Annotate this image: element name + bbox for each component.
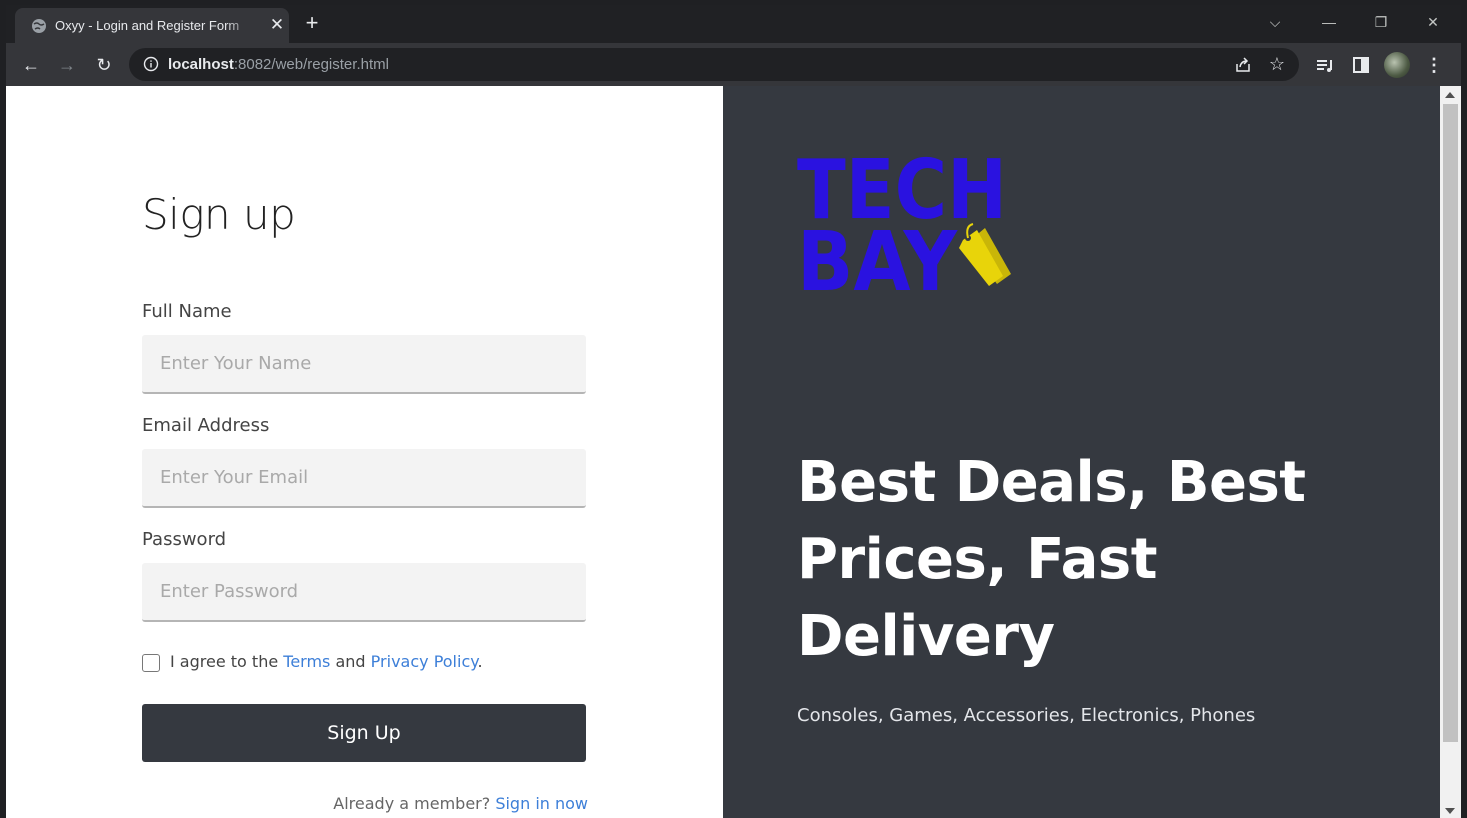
address-bar[interactable]: localhost:8082/web/register.html ☆ <box>129 48 1299 81</box>
close-window-icon[interactable]: ✕ <box>1419 10 1447 34</box>
terms-text: I agree to the Terms and Privacy Policy. <box>170 652 483 671</box>
browser-chrome: Oxyy - Login and Register Form ✕ + ⌵ — ❐… <box>6 5 1461 86</box>
agree-and: and <box>330 652 371 671</box>
forward-icon[interactable]: → <box>55 53 79 77</box>
full-name-label: Full Name <box>142 301 232 322</box>
new-tab-icon[interactable]: + <box>301 12 323 34</box>
share-icon[interactable] <box>1233 55 1253 75</box>
already-member-text: Already a member? Sign in now <box>333 794 588 813</box>
agree-suffix: . <box>477 652 483 671</box>
full-name-input[interactable] <box>142 335 586 394</box>
browser-tab[interactable]: Oxyy - Login and Register Form ✕ <box>15 8 289 43</box>
techbay-logo: TECH BAY <box>797 146 1011 296</box>
close-tab-icon[interactable]: ✕ <box>267 15 287 35</box>
email-input[interactable] <box>142 449 586 508</box>
url-path: :8082/web/register.html <box>233 56 389 73</box>
scrollbar-thumb[interactable] <box>1443 104 1458 742</box>
logo-word-bay: BAY <box>797 215 958 296</box>
minimize-icon[interactable]: — <box>1315 10 1343 34</box>
tab-strip: Oxyy - Login and Register Form ✕ + ⌵ — ❐… <box>6 5 1461 43</box>
signup-pane: Sign up Full Name Email Address Password… <box>6 86 723 818</box>
url-host: localhost <box>168 56 234 73</box>
url-text: localhost:8082/web/register.html <box>168 56 389 73</box>
page-viewport: Sign up Full Name Email Address Password… <box>6 86 1461 818</box>
browser-toolbar: ← → ↻ localhost:8082/web/register.html ☆ <box>6 43 1461 86</box>
hero-tagline: Consoles, Games, Accessories, Electronic… <box>797 705 1256 726</box>
password-label: Password <box>142 529 227 550</box>
back-icon[interactable]: ← <box>19 53 43 77</box>
scroll-down-icon[interactable] <box>1445 808 1455 814</box>
profile-avatar[interactable] <box>1384 52 1410 78</box>
globe-icon <box>32 19 46 33</box>
sign-up-button[interactable]: Sign Up <box>142 704 586 762</box>
restore-icon[interactable]: ❐ <box>1367 10 1395 34</box>
tab-search-icon[interactable]: ⌵ <box>1261 10 1289 34</box>
tab-title: Oxyy - Login and Register Form <box>55 18 240 33</box>
password-input[interactable] <box>142 563 586 622</box>
agree-prefix: I agree to the <box>170 652 284 671</box>
sign-in-link[interactable]: Sign in now <box>495 794 588 813</box>
reload-icon[interactable]: ↻ <box>92 53 116 77</box>
promo-pane: TECH BAY Best Deals, Best Prices, Fast D… <box>723 86 1440 818</box>
info-icon[interactable] <box>143 56 159 72</box>
page-title: Sign up <box>142 190 296 239</box>
terms-link[interactable]: Terms <box>283 652 330 671</box>
terms-checkbox[interactable] <box>142 654 160 672</box>
side-panel-icon[interactable] <box>1349 53 1373 77</box>
page-scrollbar[interactable] <box>1440 86 1461 818</box>
scroll-up-icon[interactable] <box>1445 92 1455 98</box>
privacy-policy-link[interactable]: Privacy Policy <box>371 652 478 671</box>
email-label: Email Address <box>142 415 270 436</box>
hero-headline: Best Deals, Best Prices, Fast Delivery <box>797 450 1306 669</box>
bookmark-star-icon[interactable]: ☆ <box>1267 54 1287 74</box>
member-prompt: Already a member? <box>333 794 496 813</box>
media-playlist-icon[interactable] <box>1314 53 1338 77</box>
menu-kebab-icon[interactable]: ⋮ <box>1424 53 1444 77</box>
